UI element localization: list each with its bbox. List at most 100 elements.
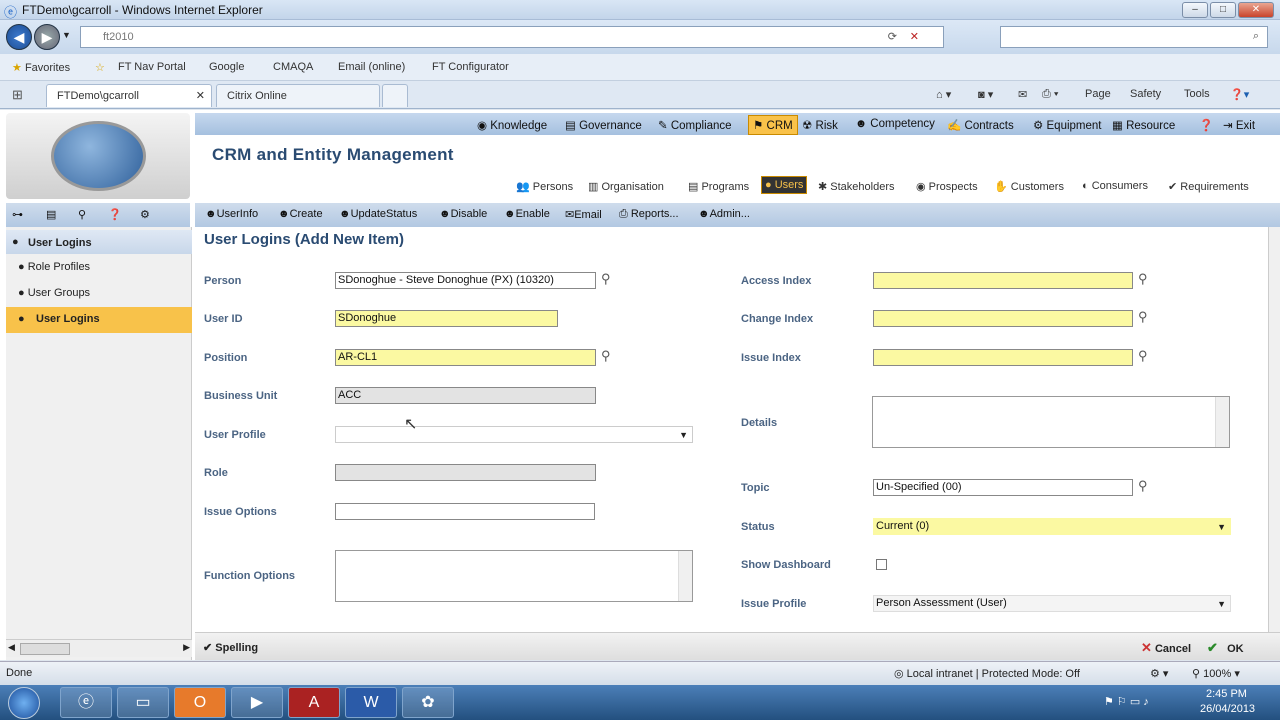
updatestatus-button[interactable]: ☻UpdateStatus [339,208,417,220]
textarea-scrollbar[interactable] [678,551,692,601]
tools-menu[interactable]: Tools [1184,88,1210,100]
page-menu[interactable]: Page [1085,88,1111,100]
details-textarea[interactable] [872,396,1230,448]
feeds-icon[interactable]: ◙ ▾ [978,88,993,101]
textarea-scrollbar[interactable] [1215,397,1229,447]
close-window-button[interactable]: ✕ [1238,2,1274,18]
nav-knowledge[interactable]: ◉ Knowledge [477,118,547,132]
cancel-button[interactable]: ✕ Cancel [1141,640,1191,656]
access-index-field[interactable] [873,272,1133,289]
subnav-persons[interactable]: 👥 Persons [516,180,573,193]
position-field[interactable]: AR-CL1 [335,349,596,366]
list-icon[interactable]: ▤ [46,208,56,221]
topic-field[interactable]: Un-Specified (00) [873,479,1133,496]
tray-icons[interactable]: ⚑ ⚐ ▭ ♪ [1104,695,1149,708]
protected-mode-icon[interactable]: ⚙ ▾ [1150,667,1168,680]
tree-icon[interactable]: ⊶ [12,208,23,221]
scroll-left-icon[interactable]: ◀ [8,642,15,653]
nav-crm[interactable]: ⚑ CRM [748,115,798,135]
taskbar-access-icon[interactable]: A [288,687,340,718]
nav-exit[interactable]: ⇥ Exit [1223,118,1255,132]
forward-button[interactable]: ▶ [34,24,60,50]
find-icon[interactable]: ⚲ [78,208,86,221]
subnav-requirements[interactable]: ✔ Requirements [1168,180,1249,193]
taskbar-outlook-icon[interactable]: O [174,687,226,718]
home-icon[interactable]: ⌂ ▾ [936,88,951,101]
scroll-thumb[interactable] [20,643,70,655]
search-icon[interactable]: ⌕ [1253,30,1259,43]
safety-menu[interactable]: Safety [1130,88,1161,100]
subnav-consumers[interactable]: ◐ Consumers [1082,180,1148,192]
back-button[interactable]: ◀ [6,24,32,50]
subnav-programs[interactable]: ▤ Programs [688,180,749,193]
scroll-right-icon[interactable]: ▶ [183,642,190,653]
subnav-organisation[interactable]: ▥ Organisation [588,180,664,193]
issue-index-field[interactable] [873,349,1133,366]
help-icon[interactable]: ❓ [108,208,122,221]
mail-icon[interactable]: ✉ [1018,88,1027,101]
fav-link-google[interactable]: Google [209,61,244,73]
reports-button[interactable]: ⎙ Reports... [619,208,679,221]
new-tab-button[interactable] [382,84,408,107]
nav-contracts[interactable]: ✍ Contracts [947,118,1014,132]
create-button[interactable]: ☻Create [278,208,323,220]
sidebar-hscrollbar[interactable]: ◀ ▶ [6,639,192,657]
print-icon[interactable]: ⎙ ▾ [1042,88,1058,101]
quick-tabs-icon[interactable]: ⊞ [12,87,23,103]
nav-help-icon[interactable]: ❓ [1199,118,1213,132]
sidebar-item-role-profiles[interactable]: ● Role Profiles [18,261,90,273]
nav-resource[interactable]: ▦ Resource [1112,118,1175,132]
show-dashboard-checkbox[interactable] [876,559,887,570]
enable-button[interactable]: ☻Enable [504,208,550,220]
close-tab-icon[interactable]: ✕ [196,89,205,102]
issue-index-lookup-icon[interactable]: ⚲ [1138,348,1148,364]
fav-link-cmaqa[interactable]: CMAQA [273,61,313,73]
minimize-button[interactable]: – [1182,2,1208,18]
subnav-prospects[interactable]: ◉ Prospects [916,180,978,193]
change-index-field[interactable] [873,310,1133,327]
userid-field[interactable]: SDonoghue [335,310,558,327]
start-button[interactable] [8,687,40,719]
tab-citrix[interactable]: Citrix Online [216,84,380,107]
tab-ftdemo[interactable]: FTDemo\gcarroll ✕ [46,84,212,107]
zoom-control[interactable]: ⚲ 100% ▾ [1192,667,1240,680]
access-index-lookup-icon[interactable]: ⚲ [1138,271,1148,287]
nav-competency[interactable]: ☻ Competency [855,118,935,130]
spelling-button[interactable]: ✔ Spelling [203,641,258,654]
taskbar-explorer-icon[interactable]: ▭ [117,687,169,718]
help-icon[interactable]: ❓▾ [1230,88,1249,101]
change-index-lookup-icon[interactable]: ⚲ [1138,309,1148,325]
add-favorite-icon[interactable]: ☆ [95,61,105,74]
email-button[interactable]: ✉Email [565,208,602,221]
nav-compliance[interactable]: ✎ Compliance [658,118,732,132]
fav-link-email[interactable]: Email (online) [338,61,405,73]
address-input[interactable]: ft2010 ⟳ ✕ [80,26,944,48]
subnav-customers[interactable]: ✋ Customers [994,180,1064,193]
subnav-users[interactable]: ● Users [761,176,808,194]
nav-risk[interactable]: ☢ Risk [802,118,838,132]
settings-icon[interactable]: ⚙ [140,208,150,221]
issue-options-field[interactable] [335,503,595,520]
topic-lookup-icon[interactable]: ⚲ [1138,478,1148,494]
taskbar-media-icon[interactable]: ▶ [231,687,283,718]
maximize-button[interactable]: □ [1210,2,1236,18]
search-input[interactable]: ⌕ [1000,26,1268,48]
position-lookup-icon[interactable]: ⚲ [601,348,611,364]
fav-link-configurator[interactable]: FT Configurator [432,61,509,73]
disable-button[interactable]: ☻Disable [439,208,487,220]
favorites-button[interactable]: ★ Favorites [12,61,70,74]
taskbar-app-icon[interactable]: ✿ [402,687,454,718]
userinfo-button[interactable]: ☻UserInfo [205,208,258,220]
history-dropdown-icon[interactable]: ▼ [62,30,71,40]
person-field[interactable]: SDonoghue - Steve Donoghue (PX) (10320) [335,272,596,289]
function-options-textarea[interactable] [335,550,693,602]
admin-button[interactable]: ☻Admin... [698,208,750,220]
taskbar-word-icon[interactable]: W [345,687,397,718]
refresh-icon[interactable]: ⟳ [888,30,897,43]
issue-profile-select[interactable]: Person Assessment (User) ▼ [873,595,1231,612]
fav-link-nav-portal[interactable]: FT Nav Portal [118,61,186,73]
status-select[interactable]: Current (0) ▼ [873,518,1231,535]
subnav-stakeholders[interactable]: ✱ Stakeholders [818,180,895,193]
sidebar-item-user-groups[interactable]: ● User Groups [18,287,90,299]
user-profile-select[interactable]: ▼ [335,426,693,443]
